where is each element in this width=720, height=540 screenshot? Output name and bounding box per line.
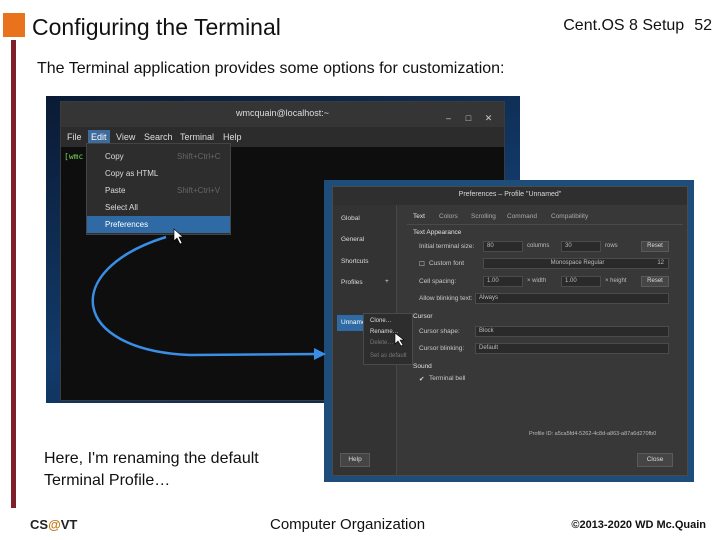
footer-course: Computer Organization — [270, 516, 426, 533]
mouse-cursor-icon — [173, 228, 184, 245]
footer-copyright: ©2013-2020 WD Mc.Quain — [571, 519, 706, 531]
slide-caption: Here, I'm renaming the default Terminal … — [44, 448, 294, 492]
footer-at: @ — [48, 517, 61, 532]
footer-cs: CS — [30, 517, 49, 532]
footer-vt: VT — [60, 517, 78, 532]
footer-left: CS@VT — [30, 517, 77, 532]
arrow-head — [314, 348, 326, 360]
mouse-cursor-icon — [394, 332, 405, 347]
arrow-path — [91, 235, 319, 357]
